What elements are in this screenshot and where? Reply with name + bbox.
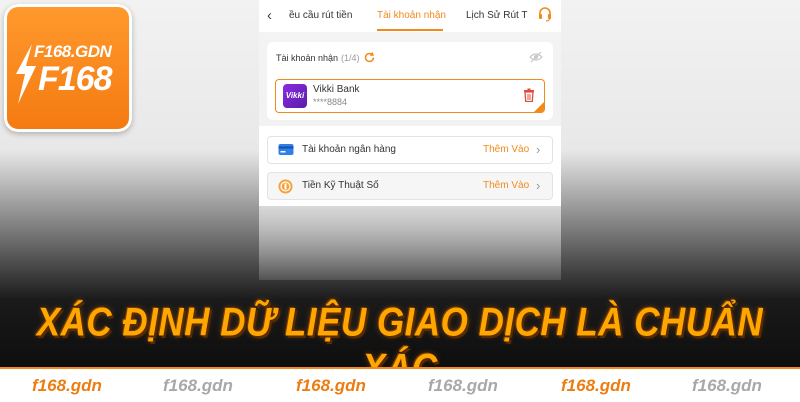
watermark-text: f168.gdn	[561, 376, 631, 395]
watermark-text: f168.gdn	[428, 376, 498, 395]
trash-icon[interactable]	[523, 88, 535, 102]
watermark-text: f168.gdn	[296, 376, 366, 395]
chevron-right-icon: ›	[536, 142, 541, 157]
credit-card-icon	[278, 144, 294, 155]
phone-screen: ‹ ều cầu rút tiền Tài khoản nhận Lịch Sử…	[259, 0, 561, 280]
bank-account-item[interactable]: Vikki Vikki Bank ****8884	[275, 79, 545, 113]
active-tab-indicator	[377, 29, 443, 31]
bank-account-number: ****8884	[313, 97, 348, 107]
receiving-accounts-card: Tài khoản nhận (1/4) Vikki Vikki Bank ***…	[267, 42, 553, 120]
refresh-icon[interactable]	[363, 51, 376, 64]
back-arrow-icon[interactable]: ‹	[267, 7, 272, 24]
add-crypto-row[interactable]: Tiền Kỹ Thuật Số Thêm Vào ›	[267, 172, 553, 200]
add-method-card: Tài khoản ngân hàng Thêm Vào › Tiền Kỹ T…	[259, 126, 561, 206]
crypto-coin-icon	[278, 179, 293, 194]
tab-withdraw-history[interactable]: Lịch Sử Rút T	[466, 10, 528, 21]
selected-corner-marker	[534, 102, 544, 112]
bank-logo: Vikki	[283, 84, 307, 108]
chevron-right-icon: ›	[536, 178, 541, 193]
bank-account-label: Tài khoản ngân hàng	[302, 144, 396, 155]
logo-brand-text: F168	[38, 60, 112, 98]
watermark-text: f168.gdn	[163, 376, 233, 395]
watermark-text: f168.gdn	[32, 376, 102, 395]
tab-withdraw-request[interactable]: ều cầu rút tiền	[289, 10, 352, 21]
accounts-title: Tài khoản nhận	[276, 53, 339, 63]
bank-name: Vikki Bank	[313, 84, 360, 95]
top-navigation: ‹ ều cầu rút tiền Tài khoản nhận Lịch Sử…	[259, 0, 561, 32]
watermark-text: f168.gdn	[692, 376, 762, 395]
eye-off-icon[interactable]	[529, 51, 543, 63]
add-bank-account-row[interactable]: Tài khoản ngân hàng Thêm Vào ›	[267, 136, 553, 164]
headset-icon[interactable]	[537, 6, 553, 22]
brand-logo: F168.GDN F168	[4, 4, 132, 132]
accounts-header: Tài khoản nhận (1/4)	[276, 53, 360, 63]
add-crypto-button[interactable]: Thêm Vào	[483, 180, 529, 191]
logo-domain-text: F168.GDN	[34, 42, 112, 61]
add-bank-account-button[interactable]: Thêm Vào	[483, 144, 529, 155]
watermark-strip: f168.gdn f168.gdn f168.gdn f168.gdn f168…	[0, 367, 800, 402]
accounts-count: (1/4)	[341, 53, 360, 63]
tab-receiving-account[interactable]: Tài khoản nhận	[377, 10, 446, 21]
crypto-label: Tiền Kỹ Thuật Số	[302, 180, 379, 191]
